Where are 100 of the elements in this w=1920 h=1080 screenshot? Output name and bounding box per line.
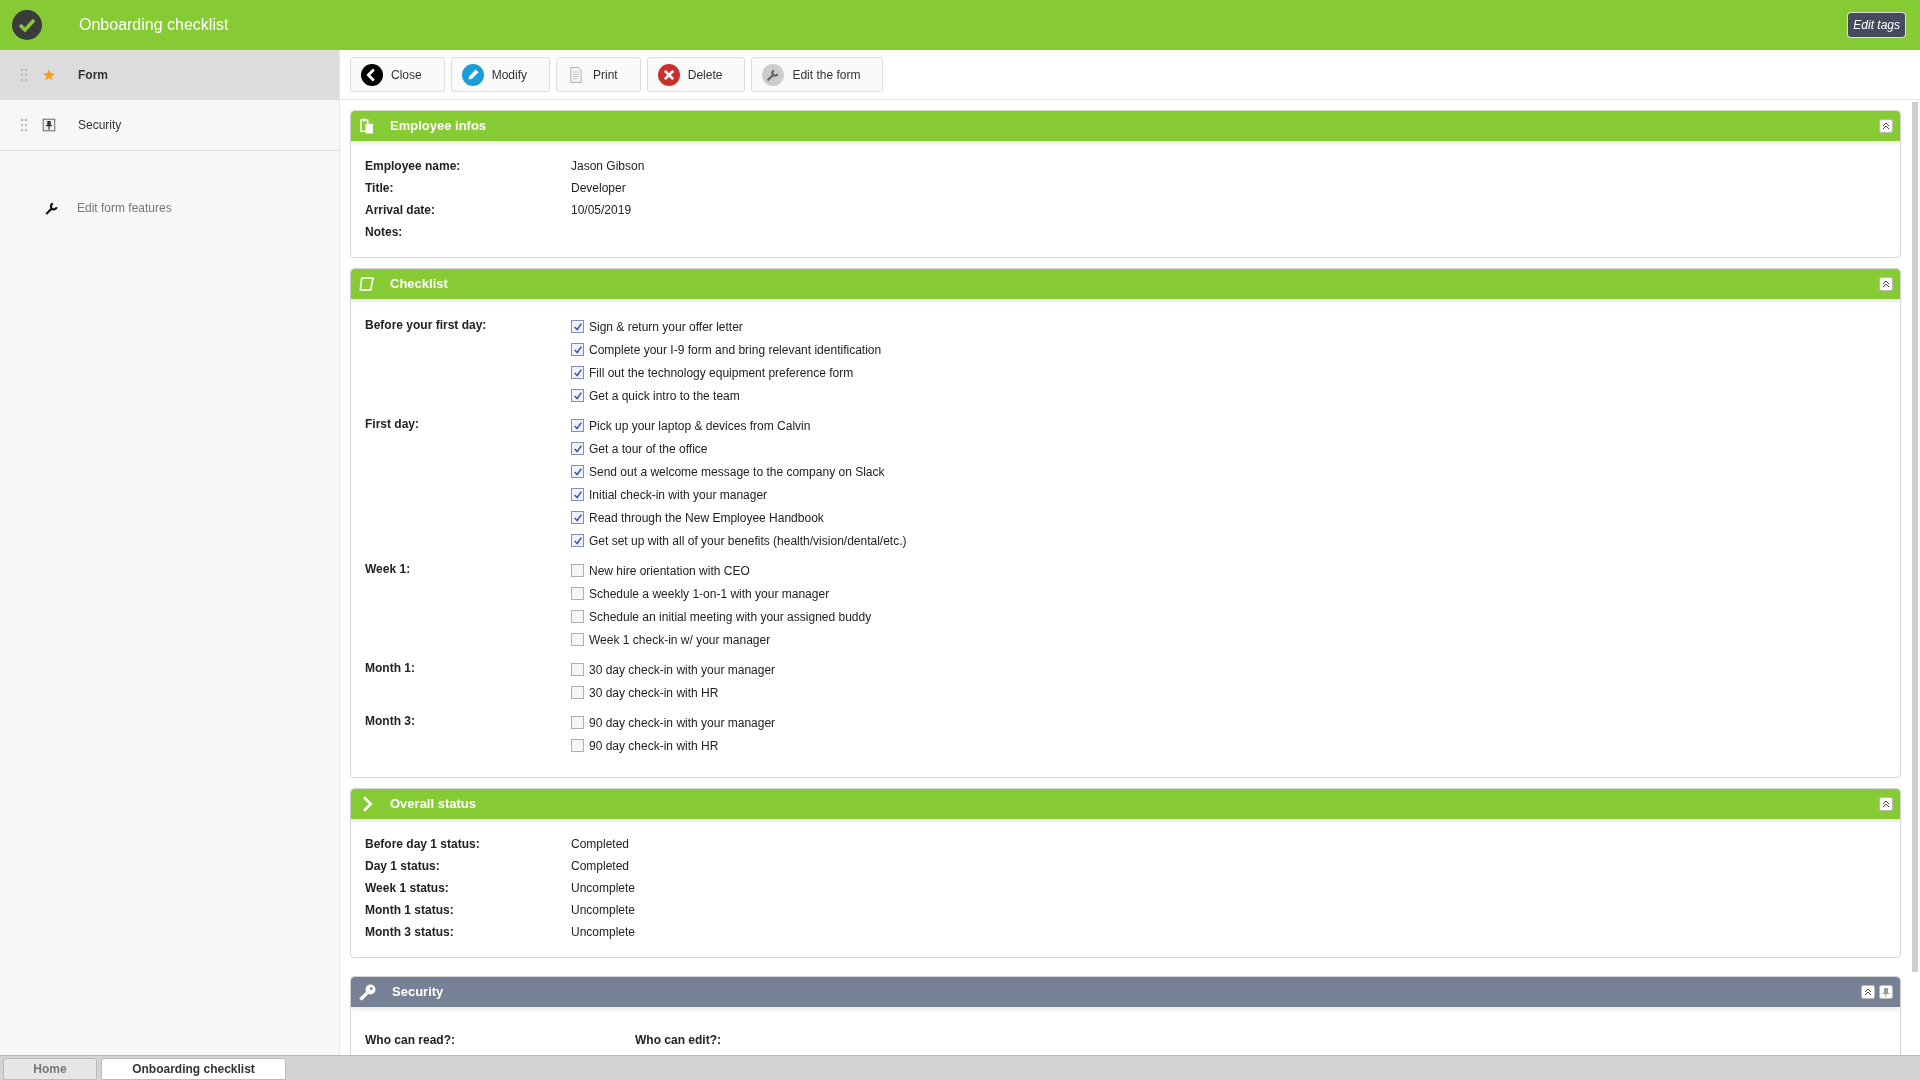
check-icon [572,489,583,500]
checkbox[interactable] [571,564,584,577]
checkbox[interactable] [571,663,584,676]
group-label: Before your first day: [365,317,488,334]
sidebar-item[interactable]: Security [0,100,339,150]
checkbox[interactable] [571,716,584,729]
checklist-item: Complete your I-9 form and bring relevant identification [589,341,882,359]
group-label: First day: [365,416,420,433]
checkbox[interactable] [571,610,584,623]
toolbar-button[interactable]: Delete [646,57,746,92]
checkbox[interactable] [571,465,584,478]
checklist-item: Fill out the technology equipment preference form [589,364,854,382]
field-label: Month 3 status: [365,924,455,941]
group-label: Month 3: [365,713,416,730]
section-title: Overall status [390,795,476,814]
check-icon [572,466,583,477]
star-icon [42,68,56,82]
field-label: Day 1 status: [365,858,441,875]
checklist-item: 30 day check-in with HR [589,684,719,702]
field-label: Month 1 status: [365,902,455,919]
field-label: Who can read?: [365,1032,456,1049]
checklist-item: Sign & return your offer letter [589,318,743,336]
check-icon [572,390,583,401]
check-icon [572,512,583,523]
checkbox[interactable] [571,320,584,333]
checklist-item: Get a quick intro to the team [589,387,740,405]
checklist-item: 90 day check-in with your manager [589,714,776,732]
checkbox[interactable] [571,633,584,646]
field-value: Completed [571,858,630,875]
collapse-icon[interactable] [1879,119,1893,133]
toolbar-button[interactable]: Modify [450,57,551,92]
check-icon [572,367,583,378]
toolbar-button[interactable]: Close [350,57,445,92]
field-value: Uncomplete [571,880,636,897]
field-value: Completed [571,836,630,853]
checklist-item: Initial check-in with your manager [589,486,768,504]
check-icon [572,535,583,546]
toolbar-button[interactable]: Print [556,57,641,92]
key-icon [358,982,378,1002]
field-value: Developer [571,180,626,197]
pencil-icon [461,63,484,86]
checkbox[interactable] [571,419,584,432]
collapse-icon[interactable] [1879,277,1893,291]
check-icon [572,321,583,332]
checkbox[interactable] [571,442,584,455]
checklist-item: Schedule a weekly 1-on-1 with your manager [589,585,830,603]
collapse-icon[interactable] [1861,985,1875,999]
checkbox[interactable] [571,739,584,752]
field-value: Uncomplete [571,902,636,919]
field-label: Arrival date: [365,202,437,219]
checklist-item: 90 day check-in with HR [589,737,719,755]
edit-tags-button[interactable]: Edit tags [1847,12,1906,38]
field-label: Notes: [365,224,404,241]
page-title: Onboarding checklist [79,15,229,35]
checklist-item: 30 day check-in with your manager [589,661,776,679]
checklist-item: Send out a welcome message to the company on Slack [589,463,885,481]
check-icon [572,420,583,431]
check-icon [572,443,583,454]
section-title: Employee infos [390,117,487,136]
delete-icon [657,63,680,86]
clipboard-icon [358,117,376,135]
checklist-item: Get a tour of the office [589,440,708,458]
checklist-item: Read through the New Employee Handbook [589,509,824,527]
back-icon [361,63,383,86]
drag-handle-icon [20,68,28,82]
bottom-tab[interactable]: Home [3,1058,97,1080]
checklist-item: Week 1 check-in w/ your manager [589,631,771,649]
checkbox[interactable] [571,343,584,356]
field-value: Jason Gibson [571,158,645,175]
checklist-item: Pick up your laptop & devices from Calvin [589,417,811,435]
note-icon [358,275,376,293]
check-icon [572,344,583,355]
scrollbar[interactable] [1912,102,1918,972]
checkbox[interactable] [571,488,584,501]
field-label: Title: [365,180,395,197]
checkbox[interactable] [571,587,584,600]
field-value: Uncomplete [571,924,636,941]
field-label: Employee name: [365,158,462,175]
group-label: Month 1: [365,660,416,677]
pin-icon [42,118,56,132]
checkbox[interactable] [571,686,584,699]
bottom-tab[interactable]: Onboarding checklist [101,1058,286,1080]
group-label: Week 1: [365,561,412,578]
sidebar-item[interactable]: Form [0,50,339,100]
checklist-item: Get set up with all of your benefits (health/vision/dental/etc.) [589,532,907,550]
section-title: Checklist [390,275,448,294]
edit-form-features-link[interactable]: Edit form features [77,199,172,217]
toolbar-button[interactable]: Edit the form [751,57,884,92]
checkbox[interactable] [571,534,584,547]
field-label: Week 1 status: [365,880,450,897]
checkbox[interactable] [571,389,584,402]
checkbox[interactable] [571,366,584,379]
checkbox[interactable] [571,511,584,524]
wrench-icon [762,63,785,86]
checklist-item: Schedule an initial meeting with your assigned buddy [589,608,872,626]
section-title: Security [392,983,444,1002]
field-value: 10/05/2019 [571,202,632,219]
collapse-icon[interactable] [1879,797,1893,811]
checklist-item: New hire orientation with CEO [589,562,750,580]
field-label: Who can edit?: [635,1032,722,1049]
